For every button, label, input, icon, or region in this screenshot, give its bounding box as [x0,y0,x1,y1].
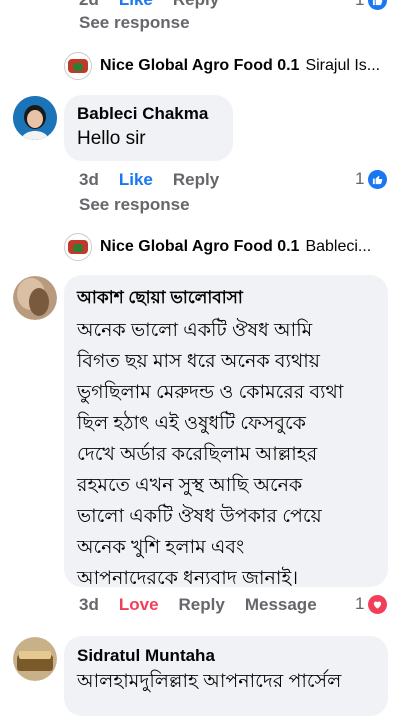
reply-thread-1[interactable]: Nice Global Agro Food 0.1 Sirajul Is... [64,52,380,80]
comment-author[interactable]: আকাশ ছোয়া ভালোবাসা [77,285,375,313]
comment-line: ভালো একটি ঔষধ উপকার পেয়ে [77,506,322,527]
heart-icon [368,594,388,614]
top-reaction-count[interactable]: 1 [355,0,388,10]
comment-bubble: Sidratul Muntaha আলহামদুলিল্লাহ আপনাদের … [64,636,388,716]
reply-snippet: Sirajul Is... [305,57,381,74]
see-response-button[interactable]: See response [79,195,190,215]
see-response-top[interactable]: See response [79,13,190,33]
reply-button[interactable]: Reply [179,595,225,615]
comment-line: অনেক ভালো একটি ঔষধ আমি [77,320,313,341]
comment-actions: 3d Love Reply Message [79,595,317,615]
reaction-count[interactable]: 1 [355,169,388,189]
comment-author[interactable]: Bableci Chakma [77,104,220,124]
comment-bubble: Bableci Chakma Hello sir [64,95,233,161]
reply-page-name: Nice Global Agro Food 0.1 [100,238,300,255]
reply-page-name: Nice Global Agro Food 0.1 [100,57,300,74]
reaction-count[interactable]: 1 [355,594,388,614]
comment-text: অনেক ভালো একটি ঔষধ আমি বিগত ছয় মাস ধরে … [77,315,375,594]
comment-line: রহমতে এখন সুস্থ আছি অনেক [77,475,303,496]
like-button[interactable]: Like [119,170,153,190]
page-avatar [64,52,92,80]
avatar[interactable] [13,637,57,681]
comment-line: বিগত ছয় মাস ধরে অনেক ব্যথায় [77,351,320,372]
page-avatar [64,233,92,261]
avatar[interactable] [13,276,57,320]
top-like-button[interactable]: Like [119,0,153,10]
reply-snippet: Bableci... [305,238,372,255]
avatar[interactable] [13,96,57,140]
comment-line: আপনাদেরকে ধন্যবাদ জানাই। [77,568,299,589]
comment-actions: 3d Like Reply [79,170,219,190]
comment-line: দেখে অর্ডার করেছিলাম আল্লাহর [77,444,318,465]
top-reply-button[interactable]: Reply [173,0,219,10]
comment-time: 3d [79,595,99,614]
top-action-row: 2d Like Reply [79,0,219,10]
comment-line: ভুগছিলাম মেরুদন্ড ও কোমরের ব্যথা [77,382,344,403]
top-time: 2d [79,0,99,10]
thumbs-up-icon [368,0,388,10]
comment-line: ছিল হঠাৎ এই ওষুধটি ফেসবুকে [77,413,306,434]
comment-text: আলহামদুলিল্লাহ আপনাদের পার্সেল [77,671,342,692]
message-button[interactable]: Message [245,595,317,615]
comment-line: অনেক খুশি হলাম এবং [77,537,245,558]
thumbs-up-icon [368,169,388,189]
comment-bubble: আকাশ ছোয়া ভালোবাসা অনেক ভালো একটি ঔষধ আ… [64,275,388,589]
comment-time: 3d [79,170,99,189]
reply-button[interactable]: Reply [173,170,219,190]
love-button[interactable]: Love [119,595,159,615]
comment-author[interactable]: Sidratul Muntaha [77,646,375,666]
comment-text: Hello sir [77,128,146,149]
reply-thread-2[interactable]: Nice Global Agro Food 0.1 Bableci... [64,233,371,261]
